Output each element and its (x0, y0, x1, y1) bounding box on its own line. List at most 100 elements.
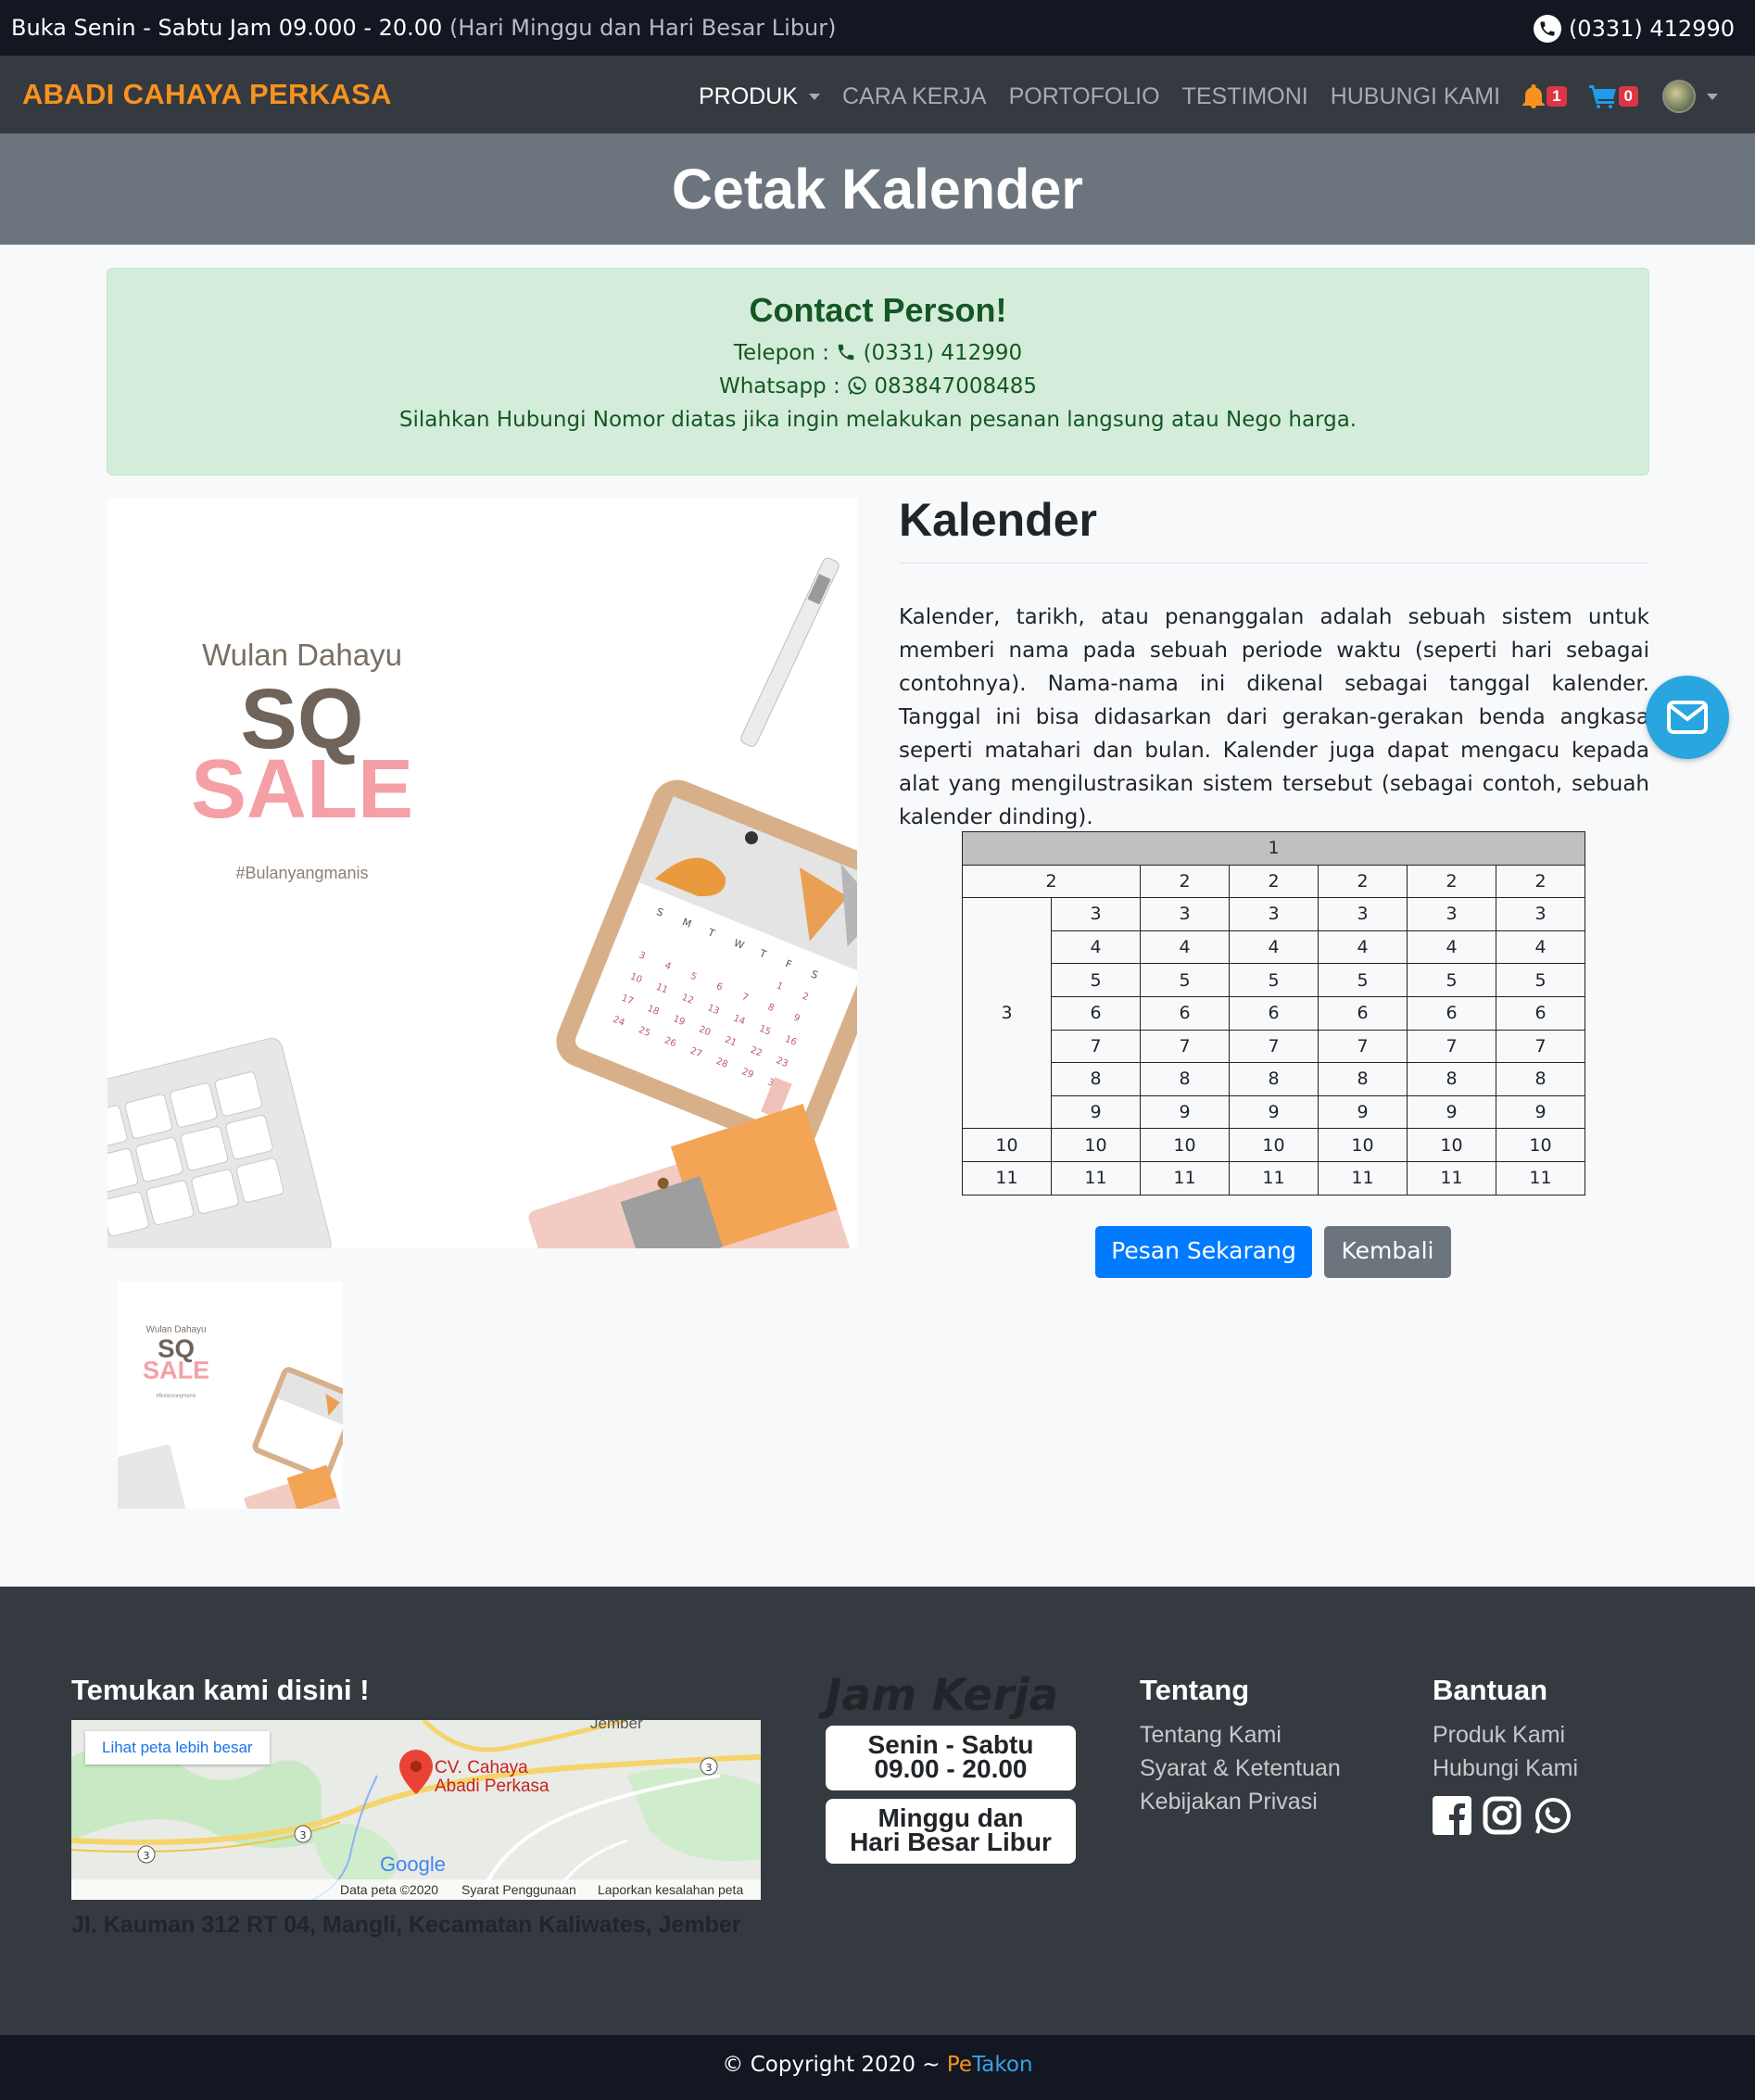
whatsapp-icon[interactable] (1533, 1796, 1573, 1837)
footer-link-syarat[interactable]: Syarat & Ketentuan (1140, 1752, 1341, 1785)
facebook-icon[interactable] (1433, 1796, 1471, 1835)
page-title: Cetak Kalender (671, 158, 1084, 221)
view-larger-map-link[interactable]: Lihat peta lebih besar (85, 1731, 270, 1765)
product-photo: SMTWTFS 12 3456789 10111213141516 171819… (107, 498, 857, 1248)
table-cell: 6 (1318, 995, 1408, 1031)
footer-tentang-title: Tentang (1140, 1674, 1250, 1706)
copyright-text: © Copyright 2020 ~ (722, 2053, 947, 2077)
map-report-link[interactable]: Laporkan kesalahan peta (598, 1882, 743, 1897)
chevron-down-icon[interactable] (1707, 93, 1718, 100)
copyright-bar: © Copyright 2020 ~ PeTakon (0, 2035, 1755, 2100)
table-cell: 2 (962, 864, 1141, 899)
table-cell: 10 (1496, 1128, 1585, 1162)
table-row: 7 7 7 7 7 7 (963, 1029, 1585, 1064)
table-cell: 3 (1051, 897, 1141, 931)
map-terms-link[interactable]: Syarat Penggunaan (461, 1882, 576, 1897)
table-cell: 7 (1229, 1029, 1319, 1064)
svg-text:3: 3 (300, 1829, 307, 1841)
table-cell: 11 (1407, 1160, 1496, 1195)
top-phone-number: (0331) 412990 (1568, 16, 1735, 42)
image-sale-text: SALE (191, 743, 413, 836)
thumb-sale-text: SALE (143, 1355, 209, 1384)
cart-button[interactable]: 0 (1588, 84, 1638, 108)
table-cell: 5 (1407, 963, 1496, 997)
table-cell: 4 (1318, 930, 1408, 965)
table-cell: 4 (1229, 930, 1319, 965)
contact-alert: Contact Person! Telepon : (0331) 412990 … (107, 268, 1649, 475)
instagram-icon[interactable] (1483, 1796, 1521, 1835)
table-cell: 5 (1229, 963, 1319, 997)
nav-item-testimoni[interactable]: TESTIMONI (1182, 83, 1308, 110)
table-cell: 5 (1140, 963, 1230, 997)
thumbnail-photo: Wulan Dahayu SQ SALE #Bulanyangmanis (118, 1282, 343, 1509)
table-cell: 11 (962, 1160, 1052, 1195)
social-icons (1433, 1796, 1573, 1837)
map-embed[interactable]: 3 3 3 Lihat peta lebih besar Jember CV. … (71, 1720, 761, 1900)
table-row: 4 4 4 4 4 4 (963, 930, 1585, 965)
map-road-label: Jember (590, 1720, 643, 1732)
table-cell: 10 (1407, 1128, 1496, 1162)
table-cell: 2 (1496, 864, 1585, 899)
spec-table: 1 2 2 2 2 2 2 3 3 3 3 3 3 3 4 4 4 4 4 4 … (962, 831, 1585, 1195)
product-description: Kalender, tarikh, atau penanggalan adala… (899, 605, 1649, 829)
table-cell: 10 (1051, 1128, 1141, 1162)
table-cell: 2 (1407, 864, 1496, 899)
mail-icon (1667, 701, 1708, 734)
table-cell: 6 (1496, 995, 1585, 1031)
table-row: 6 6 6 6 6 6 (963, 995, 1585, 1031)
table-cell: 3 (1229, 897, 1319, 931)
nav-item-hubungi-kami[interactable]: HUBUNGI KAMI (1331, 83, 1500, 110)
top-phone[interactable]: (0331) 412990 (1533, 15, 1735, 43)
table-cell: 9 (1318, 1094, 1408, 1130)
table-cell: 11 (1051, 1160, 1141, 1195)
order-now-button[interactable]: Pesan Sekarang (1095, 1226, 1312, 1278)
telepon-number: (0331) 412990 (863, 341, 1023, 365)
product-image[interactable]: SMTWTFS 12 3456789 10 11 12 13 14 15 16 17 18 19… (107, 498, 857, 1248)
table-row: 3 3 3 3 3 3 3 (962, 897, 1585, 1130)
credit-link-takon[interactable]: Takon (972, 2053, 1033, 2077)
table-cell: 8 (1318, 1062, 1408, 1096)
table-cell: 4 (1140, 930, 1230, 965)
svg-text:3: 3 (144, 1850, 150, 1862)
table-cell: 4 (1496, 930, 1585, 965)
brand-logo[interactable]: ABADI CAHAYA PERKASA (22, 78, 392, 111)
nav-item-portofolio[interactable]: PORTOFOLIO (1009, 83, 1160, 110)
product-thumbnail[interactable]: Wulan Dahayu SQ SALE #Bulanyangmanis (118, 1282, 343, 1509)
table-cell: 8 (1140, 1062, 1230, 1096)
contact-title: Contact Person! (749, 291, 1007, 329)
contact-whatsapp: Whatsapp : 083847008485 (107, 373, 1648, 400)
footer-link-tentang-kami[interactable]: Tentang Kami (1140, 1718, 1341, 1752)
nav-item-cara-kerja[interactable]: CARA KERJA (842, 83, 987, 110)
credit-link-pe[interactable]: Pe (947, 2053, 972, 2077)
table-cell: 7 (1496, 1029, 1585, 1064)
table-cell: 8 (1229, 1062, 1319, 1096)
table-cell: 4 (1407, 930, 1496, 965)
map-footer: Data peta ©2020 Syarat Penggunaan Lapork… (71, 1879, 761, 1900)
table-cell: 2 (1229, 864, 1319, 899)
avatar[interactable] (1662, 80, 1696, 113)
whatsapp-number: 083847008485 (874, 374, 1037, 398)
footer-link-privasi[interactable]: Kebijakan Privasi (1140, 1785, 1341, 1818)
table-row: 5 5 5 5 5 5 (963, 963, 1585, 997)
table-cell: 9 (1496, 1094, 1585, 1130)
whatsapp-icon (848, 376, 866, 395)
table-cell: 7 (1140, 1029, 1230, 1064)
footer-link-produk[interactable]: Produk Kami (1433, 1718, 1578, 1752)
footer-find-title: Temukan kami disini ! (71, 1674, 370, 1706)
table-cell: 9 (1229, 1094, 1319, 1130)
opening-hours: Buka Senin - Sabtu Jam 09.000 - 20.00 (H… (11, 15, 837, 41)
table-cell: 10 (1318, 1128, 1408, 1162)
nav-item-produk[interactable]: PRODUK (699, 83, 820, 110)
notification-button[interactable]: 1 (1522, 84, 1567, 108)
phone-icon (1533, 15, 1561, 43)
table-cell: 5 (1496, 963, 1585, 997)
table-group-label: 3 (962, 897, 1052, 1130)
mail-floating-button[interactable] (1646, 676, 1729, 759)
table-cell: 8 (1051, 1062, 1141, 1096)
table-cell: 2 (1318, 864, 1408, 899)
jam-weekdays-hours: 09.00 - 20.00 (874, 1754, 1028, 1783)
opening-hours-note: (Hari Minggu dan Hari Besar Libur) (448, 15, 837, 41)
footer-link-hubungi[interactable]: Hubungi Kami (1433, 1752, 1578, 1785)
back-button[interactable]: Kembali (1324, 1226, 1451, 1278)
table-row: 2 2 2 2 2 2 (962, 864, 1585, 899)
